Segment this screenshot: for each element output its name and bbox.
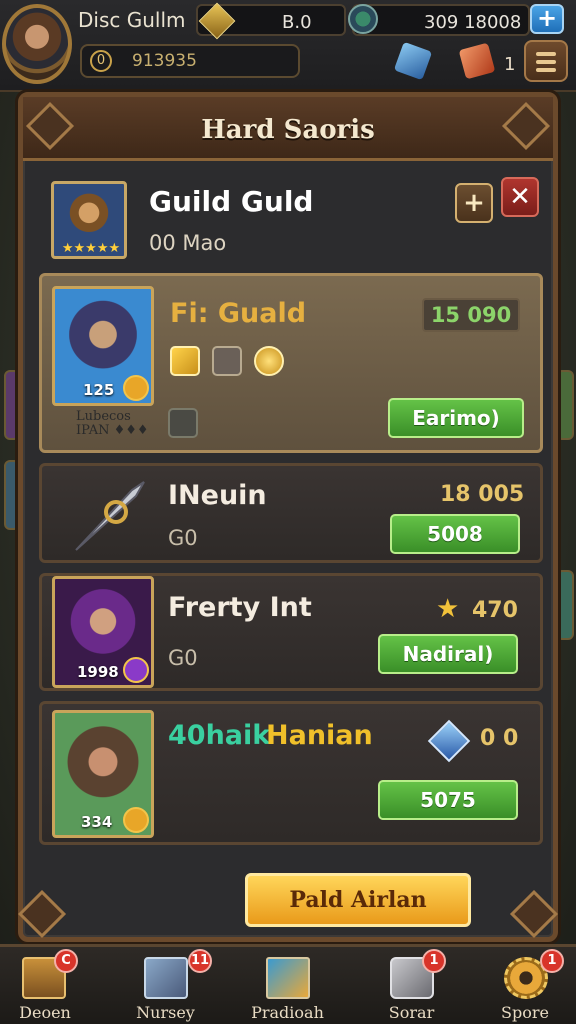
entry-name: INeuin [168,480,267,511]
rank-badge-icon [123,807,149,833]
score-value: 15 090 [422,298,520,332]
red-crystal-icon[interactable] [458,42,496,80]
buy-currency-button[interactable]: + [530,4,564,34]
list-item[interactable]: 1998 Frerty Int G0 ★ 470 Nadiral) [39,573,543,691]
gem-counter: B.0 [196,2,346,40]
cube-icon [144,957,188,999]
star-burst-icon: ★ [436,594,460,624]
diamond-gem-icon [198,2,236,40]
nav-label: Nursey [136,1003,195,1022]
side-count: 1 [504,54,516,75]
coin-counter: 309 18008 [348,4,530,36]
score-value: 18 005 [440,482,525,507]
level-bar: 0 913935 [80,44,300,78]
hero-portrait: 125 [52,286,154,406]
claim-button[interactable]: Nadiral) [378,634,518,674]
guild-panel: Hard Saoris ★★★★★ Guild Guld 00 Mao + ✕ … [17,92,559,942]
claim-button[interactable]: 5008 [390,514,520,554]
player-name: Disc Gullm [78,8,186,32]
book-icon [266,957,310,999]
rank-badge-icon [123,375,149,401]
hero-portrait: 334 [52,710,154,838]
shield-coin-icon [348,4,378,34]
nav-label: Spore [501,1003,549,1022]
corner-ornament-icon [17,889,67,939]
menu-line-icon [536,60,556,64]
nav-label: Sorar [388,1003,435,1022]
entry-subtitle: G0 [168,646,198,670]
nav-item-nursey[interactable]: 11 Nursey [108,947,223,1024]
sword-icon [168,408,198,438]
nav-item-spore[interactable]: 1 Spore [470,947,576,1024]
entry-name-part-one: 40haik [168,720,271,751]
list-item[interactable]: 334 40haik Hanian 0 0 5075 [39,701,543,845]
corner-ornament-icon [509,889,559,939]
guild-action-button[interactable]: Pald Airlan [245,873,471,927]
entry-name: Frerty Int [168,592,312,623]
power-value: 913935 [132,51,197,71]
panel-header: Hard Saoris [23,97,553,161]
panel-title: Hard Saoris [201,115,375,145]
player-avatar[interactable] [2,4,72,84]
hero-portrait: 1998 [52,576,154,688]
top-hud: Disc Gullm B.0 309 18008 + 0 913935 1 [0,0,576,92]
nav-item-pradioah[interactable]: Pradioah [230,947,345,1024]
list-item[interactable]: 125 Fi: Guald 15 090 Lubecos IPAN ♦♦♦ Ea… [39,273,543,453]
blue-crystal-icon[interactable] [393,41,433,81]
entry-caption: Lubecos IPAN ♦♦♦ [76,409,149,438]
notification-badge: 1 [422,949,446,973]
portrait-level: 1998 [77,663,119,681]
entry-subtitle: G0 [168,526,198,550]
entry-name: Fi: Guald [170,298,307,329]
entry-name-part-two: Hanian [266,720,373,751]
notification-badge: 1 [540,949,564,973]
claim-button[interactable]: Earimo) [388,398,524,438]
score-value: 0 0 [480,726,519,751]
guild-subtitle: 00 Mao [149,231,227,255]
nav-item-deoen[interactable]: C Deoen [0,947,115,1024]
add-button[interactable]: + [455,183,493,223]
list-item[interactable]: INeuin G0 18 005 5008 [39,463,543,563]
rank-badge-icon [123,657,149,683]
nav-label: Deoen [19,1003,71,1022]
claim-button[interactable]: 5075 [378,780,518,820]
portrait-level: 125 [83,381,115,399]
background-right-decor [556,570,574,640]
coin-icon [254,346,284,376]
tower-icon [212,346,242,376]
blue-crystal-icon [427,719,471,763]
menu-button[interactable] [524,40,568,82]
close-button[interactable]: ✕ [501,177,539,217]
guild-emblem: ★★★★★ [51,181,127,259]
star-rating-icon: ★★★★★ [61,241,121,256]
nav-item-sorar[interactable]: 1 Sorar [354,947,469,1024]
notification-badge: 11 [188,949,212,973]
spear-weapon-icon [72,478,148,554]
shield-icon [170,346,200,376]
portrait-level: 334 [81,813,113,831]
menu-line-icon [536,68,556,72]
score-value: 470 [472,598,518,623]
level-number: 0 [90,50,112,72]
notification-badge: C [54,949,78,973]
bottom-nav: C Deoen 11 Nursey Pradioah 1 Sorar 1 Spo… [0,944,576,1024]
gem-value: B.0 [282,12,312,33]
menu-line-icon [536,52,556,56]
coin-value: 309 18008 [424,12,522,33]
background-right-decor [556,370,574,440]
guild-name: Guild Guld [149,185,314,218]
nav-label: Pradioah [251,1003,324,1022]
